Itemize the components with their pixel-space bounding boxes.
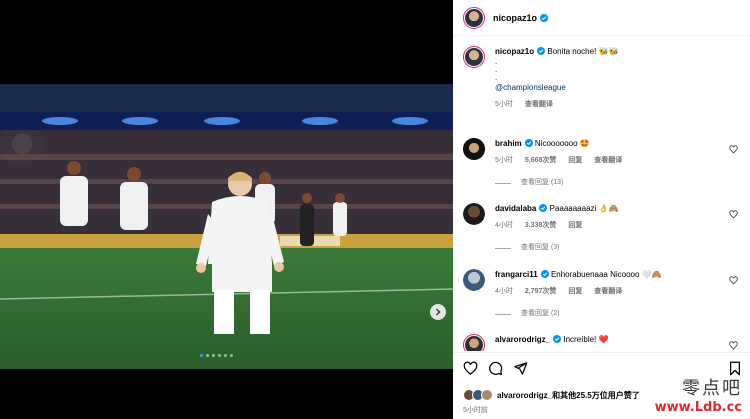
view-replies-label: 查看回复 (3)	[521, 244, 560, 251]
caption-dot: .	[495, 57, 498, 66]
comment-avatar[interactable]	[463, 138, 485, 160]
comment: brahim Nicooooooo 🤩 5小时 5,668次赞 回复 查看翻译 …	[463, 138, 738, 189]
carousel-dot[interactable]	[200, 354, 203, 357]
carousel-dot[interactable]	[218, 354, 221, 357]
like-heart-icon[interactable]	[463, 361, 478, 376]
comment-avatar[interactable]	[463, 203, 485, 225]
comment-meta: 4小时 2,797次赞 回复 查看翻译	[495, 286, 738, 298]
comment-meta: 5小时 5,668次赞 回复 查看翻译	[495, 155, 738, 167]
liked-by-username[interactable]: alvarorodrigz_	[497, 391, 552, 400]
post-time-ago: 5小时前	[463, 407, 488, 414]
comment: davidalaba Paaaaaaaazi 👌🙈 4小时 3,338次赞 回复…	[463, 203, 738, 254]
like-comment-heart-icon[interactable]	[729, 210, 738, 219]
verified-badge-icon	[540, 270, 549, 278]
carousel-dot[interactable]	[206, 354, 209, 357]
share-send-icon[interactable]	[513, 361, 528, 376]
caption-meta: 5小时 查看翻译	[495, 99, 738, 111]
view-replies-link[interactable]: 查看回复 (2)	[495, 308, 738, 320]
comment-text: Enhorabuenaaa Nicoooo 🤍🙈	[550, 270, 662, 279]
comment-username[interactable]: alvarorodrigz_	[495, 335, 550, 344]
comment: frangarci11 Enhorabuenaaa Nicoooo 🤍🙈 4小时…	[463, 269, 738, 320]
view-replies-label: 查看回复 (13)	[521, 179, 564, 186]
site-watermark: 零点吧 www.Ldb.cc	[655, 374, 742, 415]
view-replies-link[interactable]: 查看回复 (13)	[495, 177, 738, 189]
comment-username[interactable]: frangarci11	[495, 270, 538, 279]
author-username[interactable]: nicopaz1o	[493, 13, 537, 23]
verified-badge-icon	[553, 335, 562, 343]
verified-badge-icon	[537, 47, 546, 55]
comment-avatar[interactable]	[463, 334, 485, 351]
comment-text: Paaaaaaaazi 👌🙈	[549, 204, 619, 213]
watermark-cn: 零点吧	[682, 378, 742, 399]
chevron-right-icon	[436, 308, 441, 316]
comment-reply-link[interactable]: 回复	[568, 157, 582, 164]
post-info-pane: nicopaz1o nicopaz1o Bonita noche! 🐝🐝 . .…	[453, 0, 750, 419]
verified-badge-icon	[539, 204, 548, 212]
media-pane	[0, 0, 453, 419]
comment-text: Increíble! ❤️	[563, 335, 609, 344]
comment: alvarorodrigz_ Increíble! ❤️	[463, 334, 738, 351]
caption-username[interactable]: nicopaz1o	[495, 47, 534, 56]
carousel-dot[interactable]	[224, 354, 227, 357]
watermark-url: www.Ldb.cc	[654, 400, 742, 415]
carousel-dot[interactable]	[212, 354, 215, 357]
comment-reply-link[interactable]: 回复	[568, 222, 582, 229]
comment-avatar[interactable]	[463, 269, 485, 291]
comment-meta: 4小时 3,338次赞 回复	[495, 220, 738, 232]
comment-likes[interactable]: 2,797次赞	[525, 288, 557, 295]
caption-dot: .	[495, 65, 498, 74]
stadium-celebration-illustration	[0, 84, 453, 369]
verified-badge-icon	[540, 13, 549, 22]
comment-likes[interactable]: 3,338次赞	[525, 222, 557, 229]
comment-translate-link[interactable]: 查看翻译	[594, 157, 622, 164]
comment-username[interactable]: brahim	[495, 139, 522, 148]
like-comment-heart-icon[interactable]	[729, 276, 738, 285]
liked-by-rest[interactable]: 和其他25.5万位用户赞了	[552, 390, 640, 401]
liker-avatar	[481, 389, 493, 401]
comment-translate-link[interactable]: 查看翻译	[594, 288, 622, 295]
comment-username[interactable]: davidalaba	[495, 204, 536, 213]
post-photo[interactable]	[0, 84, 453, 369]
post-header: nicopaz1o	[453, 0, 750, 36]
comment-text: Nicooooooo 🤩	[534, 139, 590, 148]
view-replies-link[interactable]: 查看回复 (3)	[495, 242, 738, 254]
caption-mention-link[interactable]: @championsleague	[495, 82, 738, 94]
caption-dot: .	[495, 73, 498, 82]
verified-badge-icon	[524, 139, 533, 147]
caption: nicopaz1o Bonita noche! 🐝🐝 . . . @champi…	[463, 46, 738, 111]
caption-time: 5小时	[495, 101, 513, 108]
carousel-dot[interactable]	[230, 354, 233, 357]
author-avatar[interactable]	[463, 6, 485, 29]
like-comment-heart-icon[interactable]	[729, 145, 738, 154]
comment-bubble-icon[interactable]	[488, 361, 503, 376]
view-replies-label: 查看回复 (2)	[521, 310, 560, 317]
caption-avatar[interactable]	[463, 46, 485, 68]
comment-time: 4小时	[495, 288, 513, 295]
comments-list[interactable]: nicopaz1o Bonita noche! 🐝🐝 . . . @champi…	[453, 37, 750, 351]
comment-reply-link[interactable]: 回复	[568, 288, 582, 295]
carousel-next-button[interactable]	[430, 304, 446, 320]
likes-summary[interactable]: alvarorodrigz_ 和其他25.5万位用户赞了	[463, 389, 640, 401]
comment-likes[interactable]: 5,668次赞	[525, 157, 557, 164]
caption-translate-link[interactable]: 查看翻译	[525, 101, 553, 108]
liker-avatars	[463, 389, 493, 401]
like-comment-heart-icon[interactable]	[729, 341, 738, 350]
carousel-dots	[200, 354, 233, 357]
caption-text: Bonita noche! 🐝🐝	[547, 47, 619, 56]
comment-time: 4小时	[495, 222, 513, 229]
comment-time: 5小时	[495, 157, 513, 164]
